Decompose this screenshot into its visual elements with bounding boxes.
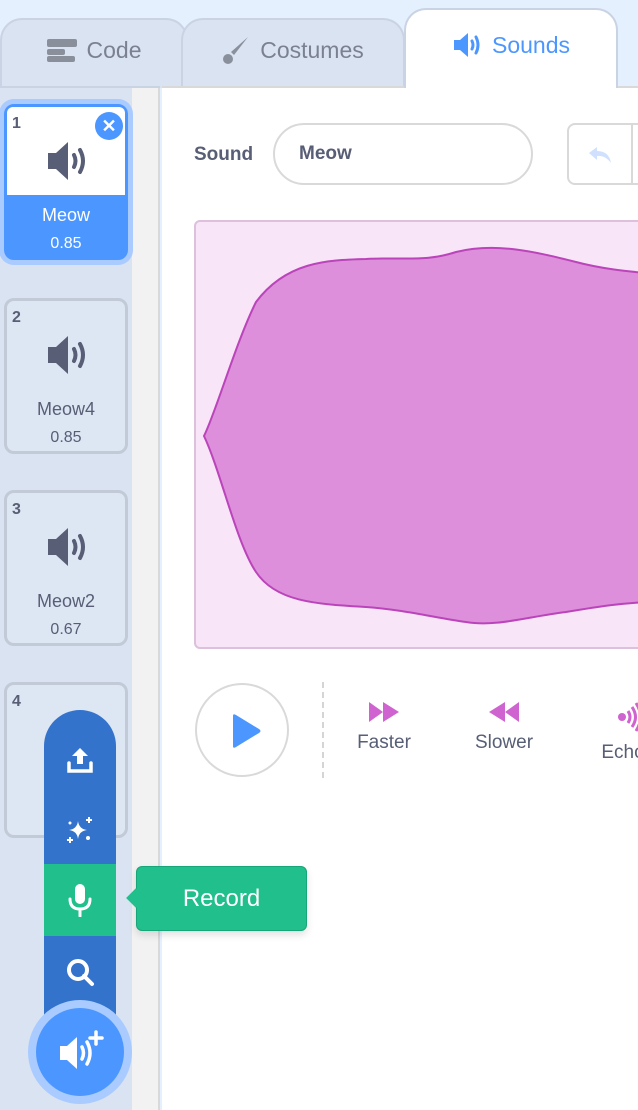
sound-index: 3 (12, 501, 21, 518)
sound-name: Meow (41, 205, 90, 225)
tab-code[interactable]: Code (0, 18, 188, 88)
speaker-icon (48, 142, 85, 180)
sound-index: 2 (12, 309, 21, 326)
brush-icon (223, 37, 249, 64)
echo-icon (618, 702, 638, 732)
faster-label: Faster (357, 732, 411, 753)
speaker-icon (453, 33, 480, 57)
surprise-icon (67, 817, 92, 843)
choose-sound-button[interactable] (44, 936, 116, 1008)
tab-costumes[interactable]: Costumes (181, 18, 405, 88)
faster-icon (369, 702, 399, 722)
sound-index: 1 (12, 115, 21, 132)
sound-item[interactable]: ✕ 1 Meow 0.85 (4, 104, 128, 260)
sound-index: 4 (12, 693, 21, 710)
tab-sounds-label: Sounds (491, 31, 570, 58)
surprise-button[interactable] (44, 794, 116, 866)
undo-button[interactable] (567, 123, 638, 185)
echo-button[interactable]: Echo (578, 700, 638, 764)
record-icon (68, 884, 92, 917)
sound-name: Meow4 (36, 399, 96, 419)
play-icon (233, 714, 261, 748)
code-blocks-icon (46, 39, 77, 62)
echo-label: Echo (601, 742, 638, 763)
sound-item[interactable]: 2 Meow4 0.85 (4, 298, 128, 454)
search-icon (67, 959, 94, 986)
sound-duration: 0.85 (50, 429, 82, 446)
slower-button[interactable]: Slower (459, 700, 549, 754)
delete-button[interactable]: ✕ (95, 112, 123, 140)
slower-icon (489, 702, 519, 722)
sound-duration: 0.67 (50, 621, 82, 638)
sound-name-input[interactable] (273, 123, 533, 185)
speaker-icon (48, 336, 85, 374)
sound-name-label: Sound (194, 144, 254, 165)
tab-sounds[interactable]: Sounds (404, 8, 618, 88)
upload-sound-button[interactable] (44, 724, 116, 796)
faster-button[interactable]: Faster (339, 700, 429, 754)
tab-code-label: Code (86, 36, 142, 63)
undo-icon (589, 147, 611, 163)
sound-duration: 0.85 (50, 235, 82, 252)
tab-costumes-label: Costumes (260, 36, 364, 63)
record-tooltip: Record (136, 866, 307, 931)
play-button[interactable] (195, 683, 289, 777)
add-sound-icon (60, 1030, 104, 1069)
upload-sound-icon (67, 748, 93, 773)
add-sound-button[interactable] (28, 1000, 132, 1104)
sound-item[interactable]: 3 Meow2 0.67 (4, 490, 128, 646)
add-sound-menu (44, 710, 116, 1050)
slower-label: Slower (474, 732, 534, 753)
sound-name: Meow2 (36, 591, 96, 611)
divider (322, 682, 324, 778)
waveform (194, 220, 638, 649)
record-button[interactable] (44, 864, 116, 936)
speaker-icon (48, 528, 85, 566)
